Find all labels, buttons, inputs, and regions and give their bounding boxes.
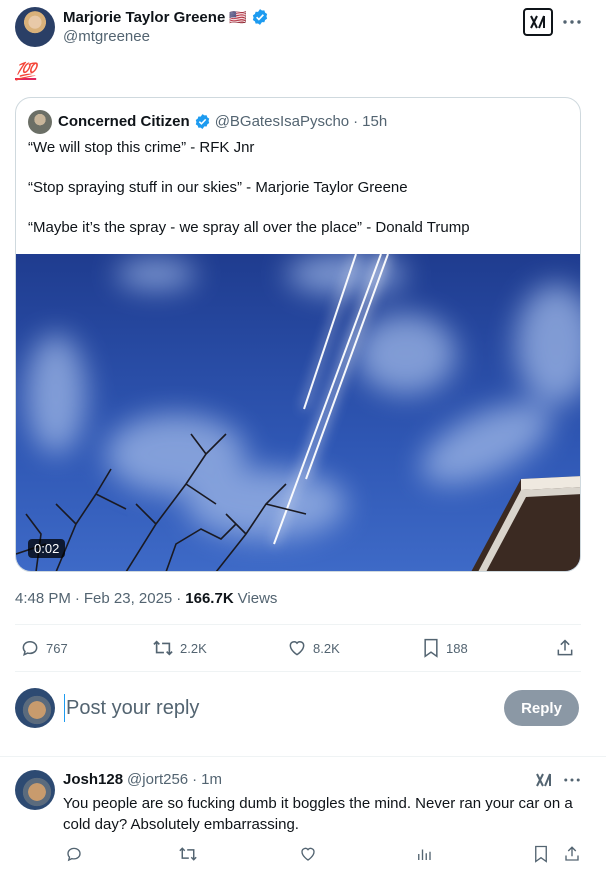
- divider: [15, 624, 581, 625]
- separator-dot: ·: [74, 590, 80, 607]
- share-icon[interactable]: [560, 844, 584, 864]
- verified-icon: [251, 8, 269, 26]
- views-count[interactable]: 166.7K: [185, 590, 233, 607]
- like-icon: [287, 638, 307, 658]
- comment-author-avatar[interactable]: [15, 770, 55, 810]
- repost-button[interactable]: 2.2K: [152, 636, 207, 660]
- tweet-meta: 4:48 PM · Feb 23, 2025 · 166.7K Views: [15, 590, 277, 607]
- reply-submit-button[interactable]: Reply: [504, 690, 579, 726]
- repost-icon[interactable]: [176, 844, 200, 864]
- views-label: Views: [237, 590, 278, 607]
- reply-icon: [20, 638, 40, 658]
- separator-dot: ·: [353, 113, 359, 130]
- tweet-text: 💯: [15, 62, 37, 81]
- tweet-time[interactable]: 4:48 PM: [15, 590, 71, 607]
- quoted-author-name[interactable]: Concerned Citizen: [58, 113, 190, 130]
- divider: [15, 671, 581, 672]
- share-button[interactable]: [555, 636, 575, 660]
- video-player[interactable]: 0:02: [16, 254, 580, 571]
- repost-icon: [152, 638, 174, 658]
- separator-dot: ·: [176, 590, 182, 607]
- quoted-line: “Stop spraying stuff in our skies” - Mar…: [28, 179, 408, 196]
- comment-text: You people are so fucking dumb it boggle…: [63, 795, 573, 833]
- quoted-tweet-card[interactable]: Concerned Citizen @BGatesIsaPyscho · 15h…: [15, 97, 581, 572]
- reply-input[interactable]: [64, 694, 484, 722]
- comment-age[interactable]: 1m: [201, 771, 222, 788]
- repost-count: 2.2K: [180, 640, 207, 656]
- share-icon: [555, 638, 575, 658]
- grok-icon[interactable]: [533, 771, 555, 789]
- flag-emoji: 🇺🇸: [229, 8, 247, 25]
- bookmark-icon[interactable]: [529, 844, 553, 864]
- author-handle[interactable]: @mtgreenee: [63, 28, 150, 45]
- reply-icon[interactable]: [62, 844, 86, 864]
- reply-count: 767: [46, 640, 68, 656]
- quoted-line: “Maybe it’s the spray - we spray all ove…: [28, 219, 470, 236]
- quoted-age[interactable]: 15h: [362, 113, 387, 130]
- separator-dot: ·: [192, 771, 198, 788]
- divider: [0, 756, 606, 757]
- tweet-date[interactable]: Feb 23, 2025: [84, 590, 172, 607]
- quoted-header: Concerned Citizen @BGatesIsaPyscho · 15h: [58, 113, 387, 130]
- verified-icon: [194, 113, 211, 130]
- like-count: 8.2K: [313, 640, 340, 656]
- bookmark-button[interactable]: 188: [422, 636, 468, 660]
- like-icon[interactable]: [296, 844, 320, 864]
- author-name[interactable]: Marjorie Taylor Greene: [63, 9, 225, 26]
- views-icon[interactable]: [412, 844, 436, 864]
- quoted-author-handle[interactable]: @BGatesIsaPyscho: [215, 113, 349, 130]
- comment-author-name[interactable]: Josh128: [63, 771, 123, 788]
- current-user-avatar[interactable]: [15, 688, 55, 728]
- quoted-line: “We will stop this crime” - RFK Jnr: [28, 139, 255, 156]
- comment-author-handle[interactable]: @jort256: [127, 771, 188, 788]
- quoted-author-avatar[interactable]: [28, 110, 52, 134]
- comment-header: Josh128 @jort256 · 1m: [63, 771, 222, 788]
- bookmark-icon: [422, 638, 440, 658]
- grok-icon[interactable]: [523, 8, 553, 36]
- author-avatar[interactable]: [15, 7, 55, 47]
- reply-button[interactable]: 767: [20, 636, 68, 660]
- more-icon[interactable]: [559, 10, 585, 34]
- author-name-row[interactable]: Marjorie Taylor Greene 🇺🇸: [63, 8, 269, 26]
- video-duration-badge: 0:02: [28, 539, 66, 558]
- like-button[interactable]: 8.2K: [287, 636, 340, 660]
- more-icon[interactable]: [559, 771, 585, 789]
- bookmark-count: 188: [446, 640, 468, 656]
